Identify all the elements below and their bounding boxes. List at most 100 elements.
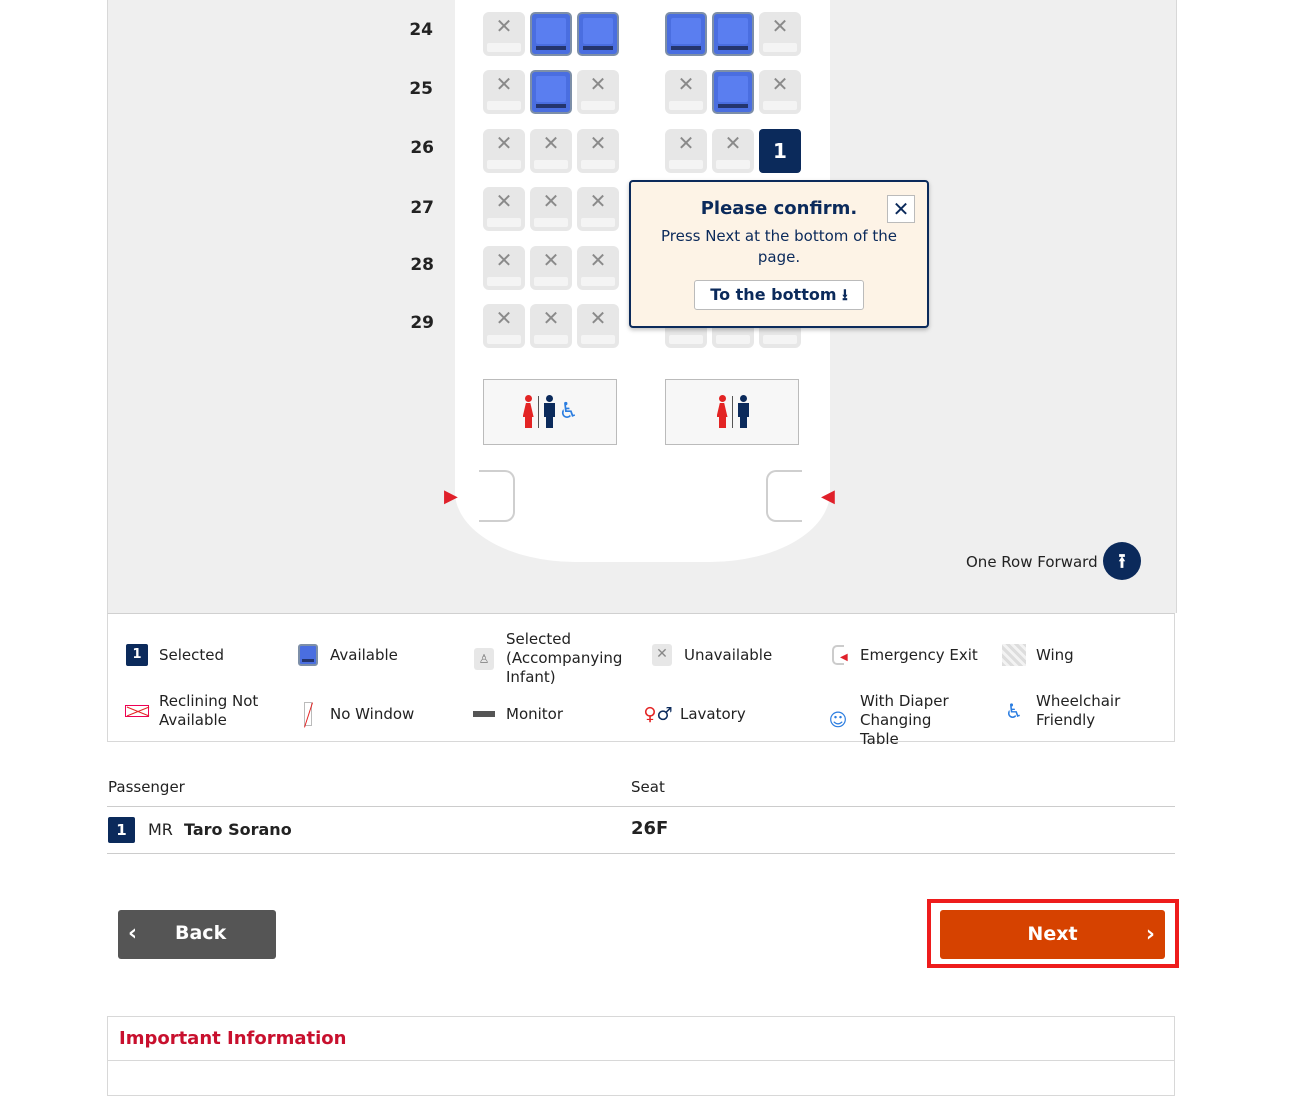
legend-wing: Wing	[1036, 645, 1074, 664]
seat-unavailable: ✕	[530, 304, 572, 348]
seat-unavailable: ✕	[665, 129, 707, 173]
seat-unavailable: ✕	[577, 304, 619, 348]
row-number: 25	[409, 79, 433, 99]
seat-available[interactable]	[665, 12, 707, 56]
selected-seat-icon: 1	[126, 644, 148, 666]
seat-available[interactable]	[712, 12, 754, 56]
lavatory	[665, 379, 799, 445]
diaper-changing-icon: ☺	[828, 710, 848, 731]
seat-unavailable: ✕	[483, 12, 525, 56]
female-icon	[716, 395, 728, 429]
seat-unavailable: ✕	[759, 12, 801, 56]
seat-unavailable: ✕	[483, 70, 525, 114]
x-icon: ✕	[677, 131, 695, 155]
available-seat-icon	[298, 644, 318, 666]
col-seat: Seat	[631, 778, 665, 796]
x-icon: ✕	[495, 248, 513, 272]
legend-unavailable: Unavailable	[684, 645, 773, 664]
chevron-left-icon: ‹	[128, 921, 138, 946]
one-row-forward-label: One Row Forward	[966, 553, 1098, 571]
seat-unavailable: ✕	[483, 304, 525, 348]
x-icon: ✕	[542, 248, 560, 272]
next-button[interactable]: Next ›	[940, 910, 1165, 959]
wing-icon	[1002, 644, 1026, 666]
x-icon: ✕	[542, 189, 560, 213]
legend-selected: Selected	[159, 645, 225, 664]
seat-unavailable: ✕	[483, 187, 525, 231]
x-icon: ✕	[589, 306, 607, 330]
seat-unavailable: ✕	[577, 129, 619, 173]
emergency-exit-arrow-icon: ◀	[821, 486, 835, 507]
emergency-exit-door	[479, 470, 515, 522]
x-icon: ✕	[589, 189, 607, 213]
male-icon	[737, 395, 749, 429]
x-icon: ✕	[495, 131, 513, 155]
col-passenger: Passenger	[108, 778, 185, 796]
x-icon: ✕	[495, 72, 513, 96]
row-number: 29	[410, 313, 434, 333]
x-icon: ✕	[589, 72, 607, 96]
important-information-title[interactable]: Important Information	[119, 1028, 346, 1049]
seat-available[interactable]	[577, 12, 619, 56]
row-number: 28	[410, 255, 434, 275]
row-number: 24	[409, 20, 433, 40]
next-label: Next	[1027, 923, 1078, 945]
passenger-name: Taro Sorano	[184, 820, 292, 839]
x-icon: ✕	[771, 14, 789, 38]
lavatory-icon: ♀ ♂	[643, 703, 673, 725]
row-number: 26	[410, 138, 434, 158]
seat-unavailable: ✕	[483, 246, 525, 290]
x-icon: ✕	[677, 72, 695, 96]
seat-unavailable: ✕	[577, 187, 619, 231]
popup-message: Press Next at the bottom of the page.	[660, 227, 898, 266]
seat-unavailable: ✕	[483, 129, 525, 173]
seat-unavailable: ✕	[577, 70, 619, 114]
female-icon	[522, 395, 534, 429]
legend-available: Available	[330, 645, 398, 664]
back-button[interactable]: ‹ Back	[118, 910, 276, 959]
one-row-forward-button[interactable]: ⭱	[1103, 542, 1141, 580]
x-icon: ✕	[495, 189, 513, 213]
close-icon[interactable]: ✕	[887, 195, 915, 223]
confirm-popup: Please confirm. ✕ Press Next at the bott…	[629, 180, 929, 328]
seat-legend: 1 Selected Available ♙ Selected (Accompa…	[107, 613, 1175, 748]
legend-emergency-exit: Emergency Exit	[860, 645, 978, 664]
seat-available[interactable]	[530, 12, 572, 56]
no-window-icon	[304, 702, 312, 726]
seat-unavailable: ✕	[530, 246, 572, 290]
emergency-exit-door	[766, 470, 802, 522]
x-icon: ✕	[495, 306, 513, 330]
important-information-panel: Important Information	[107, 1016, 1175, 1096]
seat-unavailable: ✕	[530, 129, 572, 173]
popup-title: Please confirm.	[700, 198, 858, 219]
baby-icon: ♿	[558, 399, 579, 424]
row-number: 27	[410, 198, 434, 218]
seat-unavailable: ✕	[530, 187, 572, 231]
legend-lavatory: Lavatory	[680, 704, 746, 723]
x-icon: ✕	[542, 131, 560, 155]
x-icon: ✕	[589, 248, 607, 272]
seat-unavailable: ✕	[577, 246, 619, 290]
seat-unavailable: ✕	[759, 70, 801, 114]
to-bottom-button[interactable]: To the bottom ⭳	[694, 280, 864, 310]
passenger-table-header: Passenger Seat	[107, 776, 1175, 807]
seat-selected[interactable]: 1	[759, 129, 801, 173]
x-icon: ✕	[771, 72, 789, 96]
seat-available[interactable]	[530, 70, 572, 114]
monitor-icon	[473, 711, 495, 717]
unavailable-seat-icon: ✕	[652, 644, 672, 666]
wheelchair-icon: ♿	[1005, 698, 1023, 723]
infant-seat-icon: ♙	[474, 647, 494, 670]
passenger-row: 1 MR Taro Sorano 26F	[107, 806, 1175, 854]
seat-unavailable: ✕	[712, 129, 754, 173]
back-label: Back	[175, 922, 227, 944]
legend-no-window: No Window	[330, 704, 415, 723]
x-icon: ✕	[724, 131, 742, 155]
passenger-title: MR	[148, 820, 173, 839]
seat-available[interactable]	[712, 70, 754, 114]
passenger-number-badge: 1	[108, 817, 135, 843]
male-icon	[543, 395, 555, 429]
emergency-exit-arrow-icon: ▶	[444, 486, 458, 507]
legend-selected-infant: Selected (Accompanying Infant)	[506, 630, 623, 686]
legend-diaper: With Diaper Changing Table	[860, 692, 949, 748]
